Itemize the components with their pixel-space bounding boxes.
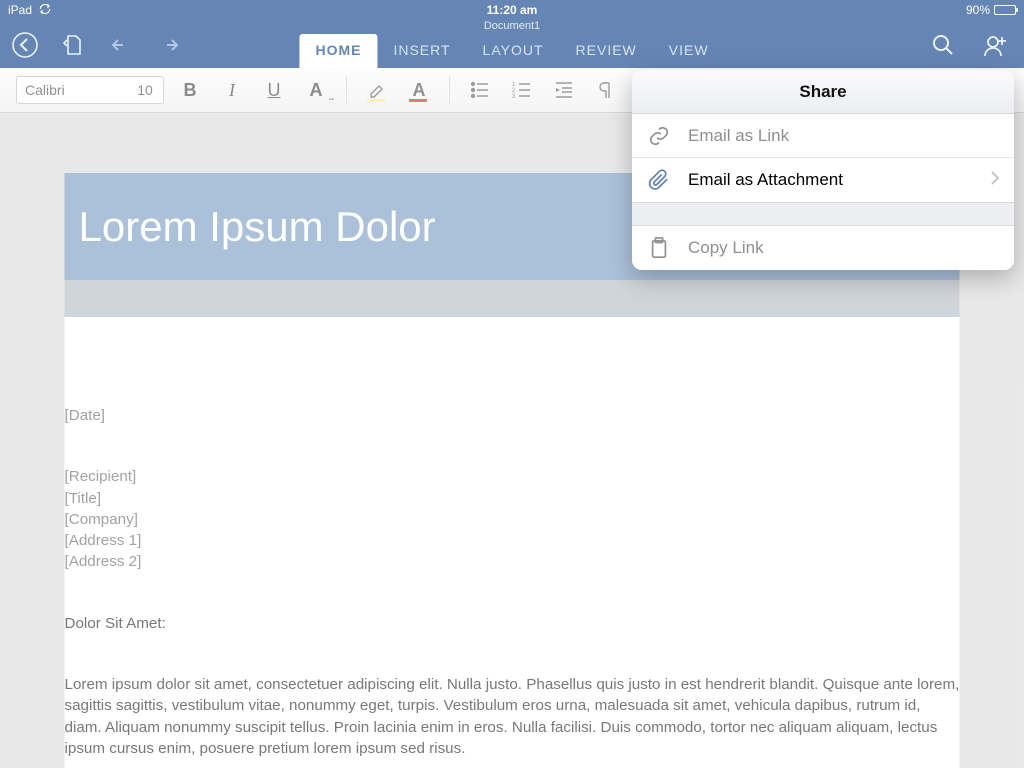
share-popover: Share Email as Link Email as Attachment … <box>632 70 1014 270</box>
share-copy-link-label: Copy Link <box>688 238 764 258</box>
paragraph-button[interactable] <box>590 75 622 105</box>
field-date[interactable]: [Date] <box>65 405 960 426</box>
back-button[interactable] <box>10 30 40 60</box>
title-bar: Document1 HOME INSERT LAYOUT REVIEW VIEW <box>0 20 1024 68</box>
device-label: iPad <box>8 3 32 17</box>
file-button[interactable] <box>58 30 88 60</box>
share-email-attachment[interactable]: Email as Attachment <box>632 158 1014 202</box>
tab-review[interactable]: REVIEW <box>560 34 653 68</box>
share-email-attachment-label: Email as Attachment <box>688 170 843 190</box>
chevron-right-icon <box>990 170 1000 191</box>
document-title: Document1 <box>484 20 540 32</box>
font-name-input[interactable] <box>17 77 127 103</box>
bold-button[interactable]: B <box>174 75 206 105</box>
underline-button[interactable]: U <box>258 75 290 105</box>
link-icon <box>646 125 672 147</box>
attachment-icon <box>646 169 672 191</box>
field-recipient[interactable]: [Recipient] <box>65 466 960 487</box>
bullet-list-button[interactable] <box>464 75 496 105</box>
font-selector[interactable] <box>16 76 164 104</box>
redo-button[interactable] <box>154 30 184 60</box>
separator <box>449 76 450 104</box>
svg-text:3: 3 <box>512 94 516 100</box>
undo-button[interactable] <box>106 30 136 60</box>
search-button[interactable] <box>928 30 958 60</box>
battery-indicator: 90% <box>966 3 1016 17</box>
italic-button[interactable]: I <box>216 75 248 105</box>
clipboard-icon <box>646 237 672 259</box>
field-title[interactable]: [Title] <box>65 488 960 509</box>
tab-layout[interactable]: LAYOUT <box>467 34 560 68</box>
tab-insert[interactable]: INSERT <box>377 34 466 68</box>
tab-view[interactable]: VIEW <box>653 34 725 68</box>
share-button[interactable] <box>980 30 1010 60</box>
font-format-button[interactable]: A <box>300 75 332 105</box>
salutation[interactable]: Dolor Sit Amet: <box>65 613 960 634</box>
body-paragraph[interactable]: Lorem ipsum dolor sit amet, consectetuer… <box>65 674 960 759</box>
field-company[interactable]: [Company] <box>65 509 960 530</box>
font-color-button[interactable]: A <box>403 75 435 105</box>
sync-icon <box>38 3 52 18</box>
status-bar: iPad 11:20 am 90% <box>0 0 1024 20</box>
font-size-input[interactable] <box>127 77 163 103</box>
field-address2[interactable]: [Address 2] <box>65 551 960 572</box>
document-subheading-bar <box>65 280 960 317</box>
popover-title: Share <box>632 70 1014 114</box>
share-copy-link: Copy Link <box>632 226 1014 270</box>
number-list-button[interactable]: 123 <box>506 75 538 105</box>
ribbon-tabs: HOME INSERT LAYOUT REVIEW VIEW <box>299 34 724 68</box>
tab-home[interactable]: HOME <box>299 34 377 68</box>
share-email-link: Email as Link <box>632 114 1014 158</box>
highlight-button[interactable] <box>361 75 393 105</box>
field-address1[interactable]: [Address 1] <box>65 530 960 551</box>
separator <box>346 76 347 104</box>
popover-separator <box>632 202 1014 226</box>
indent-button[interactable] <box>548 75 580 105</box>
clock: 11:20 am <box>487 3 538 17</box>
share-email-link-label: Email as Link <box>688 126 789 146</box>
